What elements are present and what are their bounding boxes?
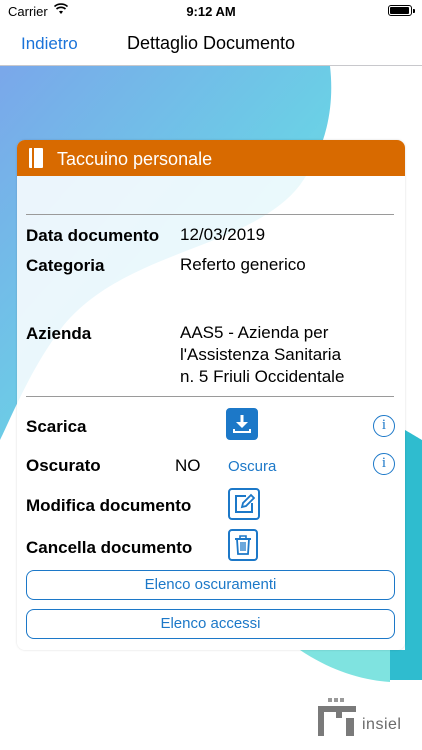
divider	[26, 396, 394, 397]
data-documento-label: Data documento	[26, 226, 160, 245]
status-time: 9:12 AM	[186, 4, 236, 19]
status-bar: Carrier 9:12 AM	[0, 0, 422, 24]
insiel-logo-text: insiel	[362, 716, 402, 733]
download-icon	[233, 415, 251, 433]
azienda-value-line2: l'Assistenza Sanitaria	[180, 345, 342, 364]
card-header-title: Taccuino personale	[57, 149, 213, 169]
delete-document-button[interactable]	[228, 529, 258, 561]
oscura-link[interactable]: Oscura	[228, 458, 276, 475]
categoria-value: Referto generico	[180, 255, 306, 274]
modifica-documento-label: Modifica documento	[26, 496, 192, 515]
document-card: Taccuino personale Data documento 12/03/…	[17, 140, 405, 650]
card-header: Taccuino personale	[17, 140, 405, 176]
cancella-documento-label: Cancella documento	[26, 538, 193, 557]
insiel-logo	[318, 698, 356, 736]
download-button[interactable]	[226, 408, 258, 440]
book-icon	[29, 148, 43, 168]
categoria-label: Categoria	[26, 256, 105, 275]
divider	[26, 214, 394, 215]
elenco-accessi-button[interactable]: Elenco accessi	[26, 609, 395, 639]
elenco-oscuramenti-button[interactable]: Elenco oscuramenti	[26, 570, 395, 600]
info-icon[interactable]: i	[373, 415, 395, 437]
navigation-bar: Indietro Dettaglio Documento	[0, 24, 422, 66]
azienda-label: Azienda	[26, 324, 92, 343]
edit-icon	[235, 493, 255, 513]
scarica-label: Scarica	[26, 417, 87, 436]
azienda-value-line3: n. 5 Friuli Occidentale	[180, 367, 345, 386]
oscurato-label: Oscurato	[26, 456, 101, 475]
battery-icon	[388, 5, 415, 16]
oscurato-value: NO	[175, 456, 201, 475]
page-title-text: Dettaglio Documento	[126, 33, 296, 53]
edit-document-button[interactable]	[228, 488, 260, 520]
page-title: Dettaglio Documento	[0, 33, 422, 54]
trash-icon	[235, 535, 251, 555]
info-icon[interactable]: i	[373, 453, 395, 475]
data-documento-value: 12/03/2019	[180, 225, 266, 244]
azienda-value-line1: AAS5 - Azienda per	[180, 323, 329, 342]
